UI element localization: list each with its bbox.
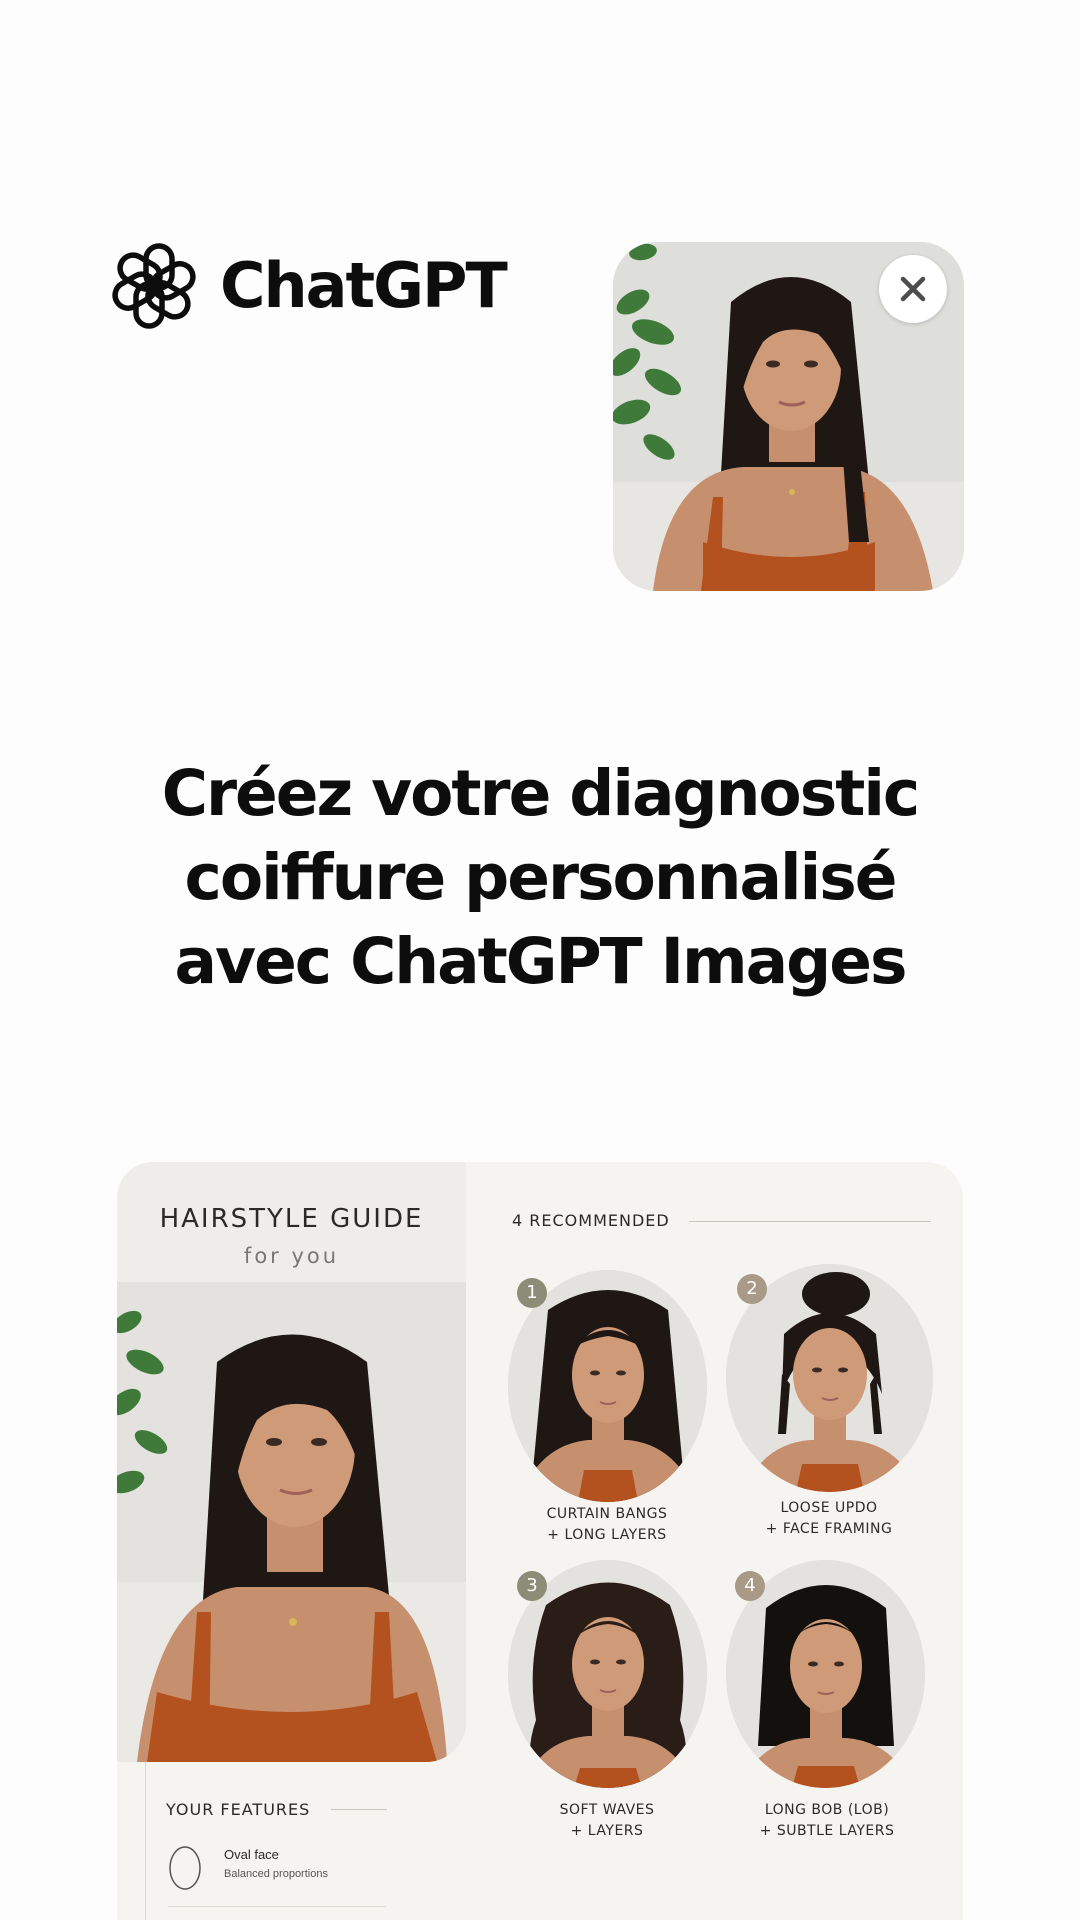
style-label-line-1: LOOSE UPDO — [780, 1500, 878, 1516]
features-title: YOUR FEATURES — [166, 1800, 311, 1819]
style-label: LONG BOB (LOB) + SUBTLE LAYERS — [717, 1800, 937, 1842]
recommended-header: 4 RECOMMENDED — [512, 1211, 670, 1230]
style-label-line-1: CURTAIN BANGS — [546, 1506, 668, 1522]
style-number-badge: 2 — [737, 1274, 767, 1304]
feature-name: Oval face — [224, 1847, 279, 1862]
style-number-badge: 4 — [735, 1571, 765, 1601]
oval-face-icon — [169, 1846, 201, 1890]
guide-portrait-image — [117, 1282, 466, 1762]
feature-description: Balanced proportions — [224, 1868, 328, 1880]
headline-line-2: coiffure personnalisé — [184, 841, 898, 914]
style-label: CURTAIN BANGS + LONG LAYERS — [497, 1504, 717, 1546]
headline: Créez votre diagnostic coiffure personna… — [60, 752, 1020, 1004]
style-number-badge: 3 — [517, 1571, 547, 1601]
headline-line-3: avec ChatGPT Images — [174, 925, 907, 998]
guide-title: HAIRSTYLE GUIDE — [159, 1204, 424, 1234]
style-number-badge: 1 — [517, 1278, 547, 1308]
openai-logo-icon — [112, 243, 196, 329]
style-label-line-1: SOFT WAVES — [559, 1802, 655, 1818]
style-label: SOFT WAVES + LAYERS — [497, 1800, 717, 1842]
brand-name: ChatGPT — [220, 249, 508, 322]
divider — [331, 1809, 387, 1810]
style-label-line-2: + LONG LAYERS — [547, 1527, 667, 1543]
style-label-line-2: + SUBTLE LAYERS — [759, 1823, 895, 1839]
close-icon — [900, 276, 926, 302]
feature-item: Oval face Balanced proportions — [166, 1843, 406, 1893]
guide-portrait-panel: HAIRSTYLE GUIDE for you — [117, 1162, 466, 1762]
headline-line-1: Créez votre diagnostic — [161, 757, 921, 830]
divider — [689, 1221, 931, 1222]
style-label-line-1: LONG BOB (LOB) — [764, 1802, 890, 1818]
close-button[interactable] — [879, 255, 947, 323]
style-label: LOOSE UPDO + FACE FRAMING — [719, 1498, 939, 1540]
divider — [168, 1906, 386, 1907]
screen: ChatGPT Créez votre diagnostic coiffure … — [0, 0, 1080, 1920]
style-label-line-2: + LAYERS — [570, 1823, 644, 1839]
brand-header: ChatGPT — [108, 240, 508, 332]
guide-subtitle: for you — [243, 1244, 340, 1268]
style-label-line-2: + FACE FRAMING — [765, 1521, 893, 1537]
features-panel — [145, 1762, 376, 1920]
